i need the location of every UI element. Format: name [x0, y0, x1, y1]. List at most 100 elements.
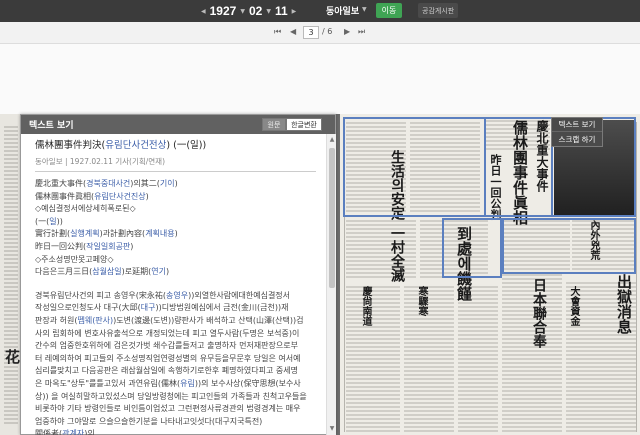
scroll-thumb[interactable] — [329, 148, 335, 288]
month-value[interactable]: 02 — [249, 4, 262, 18]
hangul-convert-toggle[interactable]: 한글변환 — [286, 118, 322, 131]
text-segment: 심리를맞치고 다음공판은 래삼월삼일에 속행하기로한후 폐명하였다피고 중세명 — [35, 366, 298, 376]
text-segment: 慶北重大事件( — [35, 179, 87, 188]
article-meta: 동아일보 | 1927.02.11 기사(기획/연재) — [35, 157, 165, 166]
prev-page-icon[interactable]: ◀ — [290, 27, 296, 36]
np-headline-12: 慶尙南道 — [360, 286, 371, 326]
hanja-reading-link[interactable]: 관계자 — [62, 429, 84, 435]
article-paragraph: 경북유림단사건의 피고 송영우(宋永祐(송영우))외열한사람에대한예심결정서 작성… — [35, 290, 316, 435]
next-page-icon[interactable]: ▶ — [344, 27, 350, 36]
article-title-link[interactable]: 유림단사건전상 — [105, 140, 166, 151]
panel-scrollbar[interactable]: ▲ ▼ — [326, 134, 336, 435]
go-button[interactable]: 이동 — [376, 3, 402, 18]
paragraph-line: 은 마옥도"상투"를틀고있서 과연유림(儒林(유림))의 보수사상(保守思想(보… — [35, 378, 316, 391]
np-article-block[interactable] — [346, 218, 416, 278]
selected-article-region[interactable] — [442, 218, 502, 278]
year-dropdown-icon[interactable]: ▼ — [240, 8, 245, 15]
last-page-icon[interactable]: ⏭ — [358, 27, 365, 37]
np-headline-5: 一村全滅 — [389, 226, 405, 282]
subheading-line: 다음은三月三日(삼월삼일)로延期(연기) — [35, 266, 316, 279]
text-segment: )의其二( — [130, 179, 160, 188]
text-segment: ◇예심결정서에상세히폭로된◇ — [35, 204, 136, 214]
text-segment: 昨日一回公判( — [35, 241, 87, 251]
hanja-reading-link[interactable]: 계획내용 — [145, 229, 174, 238]
right-newspaper-page[interactable]: 生活의安定 慶北重大事件 儒林團事件眞相 昨日一回公判 一村全滅 到處에饑饉 日… — [340, 114, 640, 435]
current-page-input[interactable]: 3 — [303, 26, 319, 39]
subheading-line: 昨日一回公判(작일일회공판) — [35, 241, 316, 254]
date-selector: ◀ 1927 ▼ 02 ▼ 11 ▶ — [200, 0, 297, 22]
article-context-menu: 텍스트 보기 스크랩 하기 — [551, 117, 603, 147]
next-day-icon[interactable]: ▶ — [292, 8, 297, 15]
np-article-block[interactable] — [404, 284, 454, 432]
text-segment: 다음은三月三日( — [35, 267, 93, 277]
divider — [35, 171, 316, 172]
day-value[interactable]: 11 — [275, 4, 288, 18]
np-column — [636, 122, 637, 432]
np-headline-7: 日本聯合奉 — [531, 278, 547, 348]
paragraph-line: 터 레예의하여 피고들의 주소성명직업연령성별의 유무등을무문후 당일은 여서예 — [35, 353, 316, 366]
hanja-reading-link[interactable]: 송영우 — [166, 291, 188, 300]
text-segment: 엄중하야 그야말로 으슬으슬한기분을 나타내고잇섯다(대구지국특전) — [35, 416, 263, 426]
text-segment: 實行計劃( — [35, 229, 71, 239]
np-article-block[interactable] — [346, 284, 400, 432]
scroll-up-icon[interactable]: ▲ — [328, 135, 336, 145]
original-text-toggle[interactable]: 원문 — [262, 118, 286, 131]
text-view-button[interactable]: 텍스트 보기 — [552, 118, 602, 132]
text-segment: )로延期( — [121, 267, 152, 277]
text-segment: 은 마옥도"상투"를틀고있서 과연유림(儒林( — [35, 378, 181, 388]
text-segment: 關係者( — [35, 429, 63, 435]
hanja-reading-link[interactable]: 실행계획 — [70, 229, 99, 238]
paragraph-line: 상)) 을 여실히말하고있섰스며 당일방령청에는 피고인들의 가족들과 친척고우… — [35, 391, 316, 404]
subheading-line: 慶北重大事件(경북중대사건)의其二(기이) — [35, 178, 316, 191]
month-dropdown-icon[interactable]: ▼ — [266, 8, 271, 15]
hanja-reading-link[interactable]: 대구 — [141, 303, 156, 312]
hanja-reading-link[interactable]: 삼월삼일 — [92, 267, 121, 276]
first-page-icon[interactable]: ⏮ — [274, 27, 281, 37]
text-segment: ))외열한사람에대한예심결정서 — [188, 290, 291, 300]
text-segment: 비롯하야 기타 방령인들로 비인틈이업섰고 그런편정사류경관의 법령경계는 매우 — [35, 404, 301, 414]
total-pages: / 6 — [322, 27, 333, 36]
newspaper-select[interactable]: 동아일보 — [326, 4, 359, 17]
article-text: 儒林團事件判決(유림단사건전상) (一(일)) 동아일보 | 1927.02.1… — [21, 134, 326, 435]
paragraph-line: 심리를맞치고 다음공판은 래삼월삼일에 속행하기로한후 폐명하였다피고 중세명 — [35, 365, 316, 378]
hanja-reading-link[interactable]: 일 — [49, 217, 56, 226]
article-title: 儒林團事件判決(유림단사건전상) (一(일)) — [35, 140, 207, 151]
text-segment: (一( — [35, 216, 50, 226]
hanja-reading-link[interactable]: 유림 — [180, 379, 195, 388]
hanja-reading-link[interactable]: 연기 — [151, 267, 166, 276]
board-button[interactable]: 공감게시판 — [418, 3, 459, 18]
year-value[interactable]: 1927 — [210, 4, 237, 18]
np-article-block[interactable] — [458, 284, 498, 432]
subheading-line: (一(일)) — [35, 216, 316, 229]
newspaper-dropdown-icon[interactable]: ▼ — [362, 6, 367, 13]
paragraph-line: 간수의 엄중한호위하에 검은것가벗 쇄수갑를들저고 출명하자 먼저재판장으로부 — [35, 340, 316, 353]
scrap-button[interactable]: 스크랩 하기 — [552, 132, 602, 146]
subheading-line: ◇주소성명만못고페양◇ — [35, 254, 316, 267]
page-navigator: ⏮ ◀ 3 / 6 ▶ ⏭ — [0, 22, 640, 44]
text-segment: ) — [166, 267, 170, 277]
paragraph-line: 비롯하야 기타 방령인들로 비인틈이업섰고 그런편정사류경관의 법령경계는 매우 — [35, 403, 316, 416]
scroll-down-icon[interactable]: ▼ — [328, 424, 336, 434]
text-segment: ) — [174, 179, 178, 188]
hanja-reading-link[interactable]: 경북중대사건 — [86, 179, 130, 188]
text-segment: )과計劃內容( — [99, 229, 146, 239]
hanja-reading-link[interactable]: 작일일회공판 — [86, 242, 130, 251]
text-segment: )의 — [84, 429, 95, 435]
panel-header: 텍스트 보기 원문 한글변환 — [21, 115, 335, 134]
article-title-hanja: 儒林團事件判決 — [35, 140, 102, 151]
paragraph-line: 작성일으로인청도사 대구(大邱(대구))디방법원예심에서 금전(金川(금천))재 — [35, 302, 316, 315]
text-segment: 상)) 을 여실히말하고있섰스며 당일방령청에는 피고인들의 가족들과 친척고우… — [35, 391, 307, 401]
paragraph-line: 경북유림단사건의 피고 송영우(宋永祐(송영우))외열한사람에대한예심결정서 — [35, 290, 316, 303]
paragraph-line: 엄중하야 그야말로 으슬으슬한기분을 나타내고잇섯다(대구지국특전) — [35, 416, 316, 429]
hanja-reading-link[interactable]: 뗍웨(판사) — [77, 316, 113, 325]
np-headline-10: 大會資金 — [568, 286, 579, 326]
selected-article-region[interactable] — [502, 218, 636, 274]
text-segment: ))디방법원예심에서 금전(金川(금천))재 — [155, 303, 289, 313]
text-segment: ◇주소성명만못고페양◇ — [35, 254, 114, 264]
text-segment: 儒林團事件眞相( — [35, 191, 95, 201]
text-segment: ))의 보수사상(保守思想(보수사 — [194, 378, 301, 388]
hanja-reading-link[interactable]: 기이 — [160, 179, 175, 188]
hanja-reading-link[interactable]: 유림단사건진상 — [94, 192, 146, 201]
prev-year-icon[interactable]: ◀ — [201, 8, 206, 15]
